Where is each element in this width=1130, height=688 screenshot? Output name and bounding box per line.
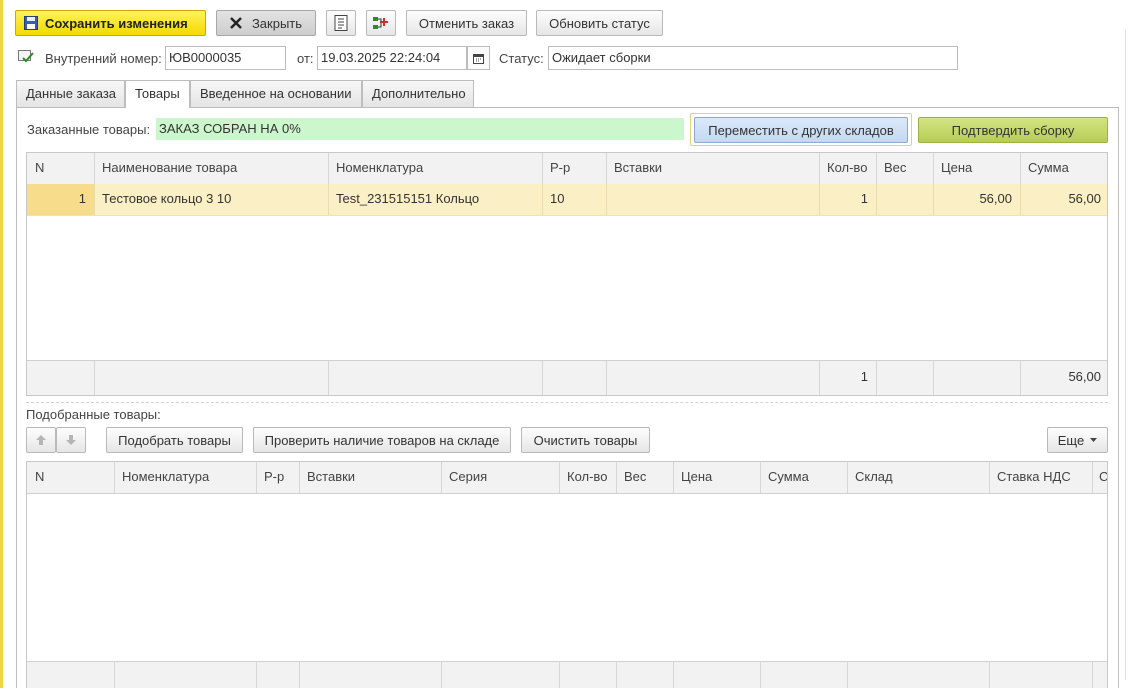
column-header[interactable]: Склад — [847, 462, 990, 493]
arrow-down-icon — [66, 435, 76, 445]
footer-cell — [876, 361, 934, 395]
table-header: N Наименование товара Номенклатура Р-р В… — [27, 153, 1107, 185]
column-header[interactable]: Вставки — [299, 462, 442, 493]
chevron-down-icon — [1090, 437, 1098, 442]
close-button-label: Закрыть — [251, 15, 303, 31]
status-field[interactable]: Ожидает сборки — [548, 46, 958, 70]
report-button[interactable] — [326, 10, 356, 36]
column-header[interactable]: N — [27, 462, 115, 493]
column-header[interactable]: Р-р — [542, 153, 607, 184]
calendar-icon — [473, 53, 484, 64]
document-check-icon — [18, 50, 34, 63]
close-button[interactable]: Закрыть — [216, 10, 316, 36]
column-header[interactable]: Вес — [876, 153, 934, 184]
tab-based-on[interactable]: Введенное на основании — [190, 80, 362, 107]
confirm-assembly-button[interactable]: Подтвердить сборку — [918, 117, 1108, 143]
footer-cell — [27, 361, 95, 395]
move-up-button[interactable] — [26, 427, 56, 453]
footer-cell — [542, 361, 607, 395]
internal-number-label: Внутренний номер: — [45, 51, 162, 66]
table-header: N Номенклатура Р-р Вставки Серия Кол-во … — [27, 462, 1107, 494]
row-number: 1 — [27, 184, 95, 215]
footer-cell — [606, 361, 820, 395]
size-cell: 10 — [542, 184, 607, 215]
column-header[interactable]: Р-р — [256, 462, 300, 493]
column-header[interactable]: Цена — [933, 153, 1021, 184]
update-status-button[interactable]: Обновить статус — [536, 10, 663, 36]
window-edge — [0, 0, 3, 688]
save-button-label: Сохранить изменения — [45, 15, 188, 31]
section-divider — [26, 402, 1108, 403]
check-stock-button[interactable]: Проверить наличие товаров на складе — [253, 427, 511, 453]
table-footer — [27, 661, 1107, 688]
ordered-goods-table[interactable]: N Наименование товара Номенклатура Р-р В… — [26, 152, 1108, 396]
move-from-warehouses-button[interactable]: Переместить с других складов — [694, 117, 908, 143]
column-header[interactable]: Наименование товара — [94, 153, 329, 184]
move-button-label: Переместить с других складов — [708, 122, 894, 138]
hierarchy-plus-icon — [373, 17, 388, 29]
nomenclature-cell: Test_231515151 Кольцо — [328, 184, 543, 215]
column-header[interactable]: Кол-во — [819, 153, 877, 184]
column-header[interactable]: Кол-во — [559, 462, 617, 493]
column-header[interactable]: N — [27, 153, 95, 184]
cancel-order-button[interactable]: Отменить заказ — [406, 10, 527, 36]
footer-qty-total: 1 — [819, 361, 877, 395]
calendar-button[interactable] — [467, 46, 490, 70]
arrow-up-icon — [36, 435, 46, 445]
column-header[interactable]: Серия — [441, 462, 560, 493]
save-button[interactable]: Сохранить изменения — [15, 10, 206, 36]
select-goods-label: Подобрать товары — [118, 432, 231, 448]
column-header[interactable]: С — [1092, 462, 1107, 493]
qty-cell: 1 — [819, 184, 877, 215]
column-header[interactable]: Сумма — [1020, 153, 1107, 184]
footer-cell — [94, 361, 329, 395]
assembly-progress: ЗАКАЗ СОБРАН НА 0% — [156, 118, 684, 140]
floppy-disk-icon — [24, 16, 38, 30]
confirm-button-label: Подтвердить сборку — [951, 122, 1075, 138]
column-header[interactable]: Номенклатура — [328, 153, 543, 184]
update-status-label: Обновить статус — [549, 15, 650, 31]
tab-additional[interactable]: Дополнительно — [362, 80, 474, 107]
status-label: Статус: — [499, 51, 544, 66]
column-header[interactable]: Номенклатура — [114, 462, 257, 493]
document-list-icon — [334, 15, 348, 31]
tab-goods[interactable]: Товары — [125, 80, 190, 108]
inserts-cell — [606, 184, 820, 215]
column-header[interactable]: Сумма — [760, 462, 848, 493]
select-goods-button[interactable]: Подобрать товары — [106, 427, 243, 453]
column-header[interactable]: Вес — [616, 462, 674, 493]
clear-goods-button[interactable]: Очистить товары — [521, 427, 650, 453]
footer-sum-total: 56,00 — [1068, 369, 1101, 384]
table-row[interactable]: 1 Тестовое кольцо 3 10 Test_231515151 Ко… — [27, 184, 1107, 216]
internal-number-field[interactable]: ЮВ0000035 — [165, 46, 286, 70]
price-cell: 56,00 — [933, 184, 1021, 215]
table-footer: 1 56,00 — [27, 360, 1107, 395]
sum-cell: 56,00 — [1068, 191, 1101, 206]
selected-goods-label: Подобранные товары: — [26, 407, 161, 422]
date-field[interactable]: 19.03.2025 22:24:04 — [317, 46, 467, 70]
more-button-label: Еще — [1057, 432, 1085, 448]
weight-cell — [876, 184, 934, 215]
move-down-button[interactable] — [56, 427, 86, 453]
footer-cell — [933, 361, 1021, 395]
product-name-cell: Тестовое кольцо 3 10 — [94, 184, 329, 215]
column-header[interactable]: Ставка НДС — [989, 462, 1093, 493]
structure-button[interactable] — [366, 10, 396, 36]
column-header[interactable]: Вставки — [606, 153, 820, 184]
column-header[interactable]: Цена — [673, 462, 761, 493]
close-icon — [230, 17, 242, 29]
more-button[interactable]: Еще — [1047, 427, 1108, 453]
tab-order-data[interactable]: Данные заказа — [16, 80, 125, 107]
check-stock-label: Проверить наличие товаров на складе — [264, 432, 500, 448]
date-from-label: от: — [297, 51, 314, 66]
footer-cell — [328, 361, 543, 395]
ordered-goods-label: Заказанные товары: — [27, 122, 151, 137]
cancel-order-label: Отменить заказ — [418, 15, 515, 31]
scrollbar[interactable] — [1125, 30, 1130, 680]
selected-goods-table[interactable]: N Номенклатура Р-р Вставки Серия Кол-во … — [26, 461, 1108, 688]
clear-goods-label: Очистить товары — [533, 432, 638, 448]
